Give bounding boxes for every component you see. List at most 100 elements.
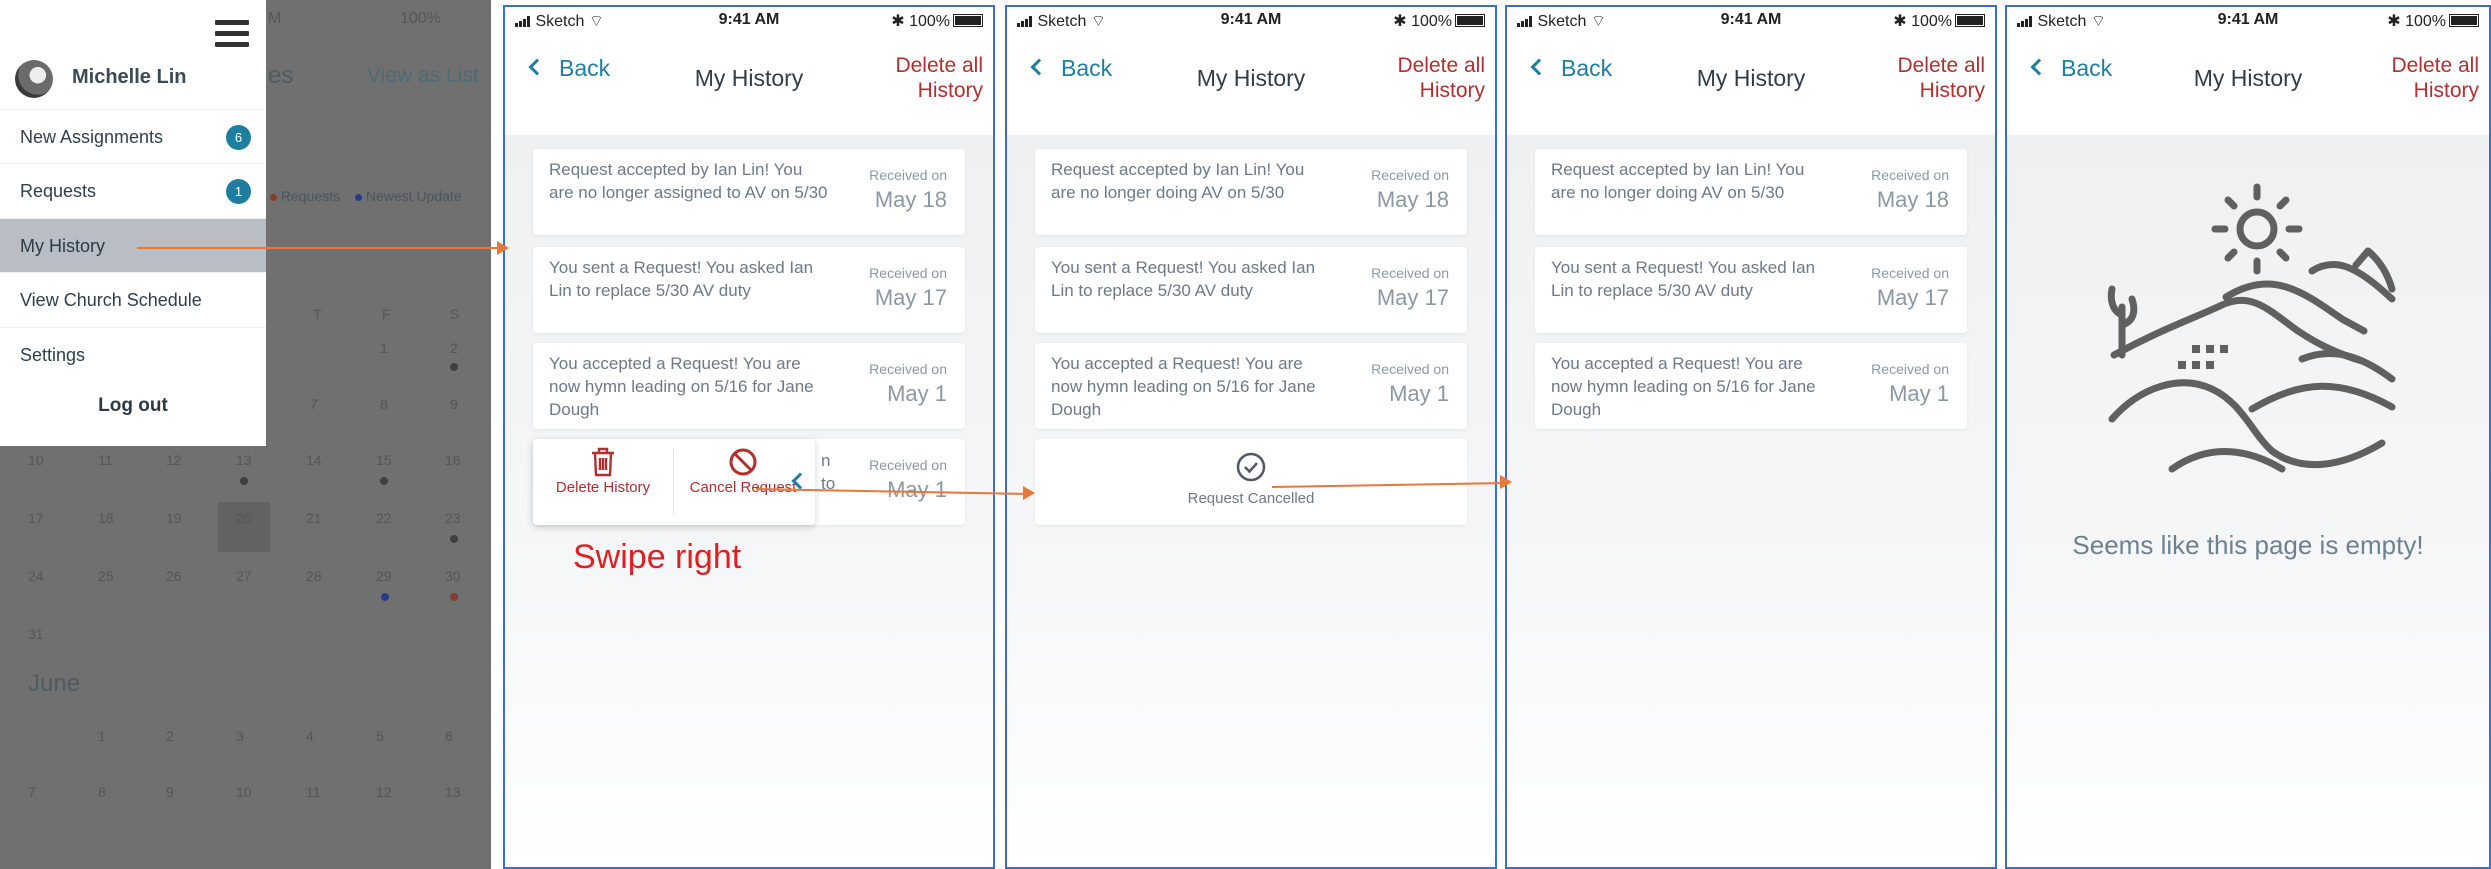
view-as-list-link[interactable]: View as List [367,64,479,88]
history-screen-empty: Sketch ⌔ 9:41 AM ✱ 100% Back My History … [2005,5,2491,869]
cal-day[interactable]: 25 [98,568,114,584]
received-date: May 17 [874,285,947,310]
cal-day[interactable]: 6 [445,728,453,744]
cal-day[interactable]: 12 [376,784,392,800]
cal-day[interactable]: 24 [28,568,44,584]
cal-day[interactable]: 9 [450,396,458,412]
history-screen-removed: Sketch ⌔ 9:41 AM ✱ 100% Back My History … [1505,5,1997,869]
card-message: You accepted a Request! You are now hymn… [1551,354,1816,419]
cal-day[interactable]: 7 [310,396,318,412]
cal-day[interactable]: 13 [445,784,461,800]
cal-day[interactable]: 5 [376,728,384,744]
cal-day[interactable]: 4 [306,728,314,744]
received-date: May 18 [874,187,947,212]
cal-day[interactable]: 3 [236,728,244,744]
month-label: June [28,670,81,697]
cal-day[interactable]: 15 [376,452,392,468]
cal-day[interactable]: 7 [28,784,36,800]
history-card[interactable]: You sent a Request! You asked Ian Lin to… [1535,247,1967,333]
count-badge: 1 [226,179,251,204]
cal-day[interactable]: 11 [306,784,321,800]
cal-day[interactable]: 2 [166,728,174,744]
cal-day[interactable]: 30 [445,568,461,584]
menu-item-settings[interactable]: Settings [0,327,266,381]
avatar[interactable] [15,60,53,98]
delete-all-history-button[interactable]: Delete all History [873,53,983,103]
legend-newest-update: Newest Update [355,188,462,204]
event-dot [450,535,458,543]
event-dot [381,593,389,601]
cal-day[interactable]: 18 [98,510,114,526]
delete-all-history-button[interactable]: Delete all History [2369,53,2479,103]
card-message: You sent a Request! You asked Ian Lin to… [1051,258,1316,300]
delete-history-button[interactable]: Delete History [533,439,673,525]
delete-all-history-button[interactable]: Delete all History [1375,53,1485,103]
cal-day[interactable]: 19 [166,510,182,526]
cal-day[interactable]: 12 [166,452,182,468]
menu-item-view-church-schedule[interactable]: View Church Schedule [0,272,266,326]
cal-day[interactable]: 10 [28,452,44,468]
received-date: May 18 [1376,187,1449,212]
history-card[interactable]: You sent a Request! You asked Ian Lin to… [1035,247,1467,333]
flow-arrow-line [137,247,499,249]
received-label: Received on [869,167,947,183]
event-dot [450,593,458,601]
cal-day[interactable]: 8 [380,396,388,412]
received-date: May 17 [1376,285,1449,310]
cal-day[interactable]: 29 [376,568,392,584]
cal-day[interactable]: 1 [98,728,106,744]
menu-item-label: Settings [20,345,86,365]
cal-day[interactable]: 23 [445,510,461,526]
history-card[interactable]: Request accepted by Ian Lin! You are no … [1535,149,1967,235]
card-message: Request accepted by Ian Lin! You are no … [1051,160,1305,202]
card-message: You accepted a Request! You are now hymn… [549,354,814,419]
cal-day[interactable]: 16 [445,452,461,468]
received-label: Received on [869,361,947,377]
request-cancelled-card: Request Cancelled [1035,439,1467,525]
card-message: You sent a Request! You asked Ian Lin to… [1551,258,1816,300]
delete-all-history-button[interactable]: Delete all History [1875,53,1985,103]
bluetooth-icon: ✱ [2387,13,2401,30]
weekday-t: T [313,306,322,322]
cal-day[interactable]: 8 [98,784,106,800]
menu-item-new-assignments[interactable]: New Assignments 6 [0,109,266,163]
cal-day[interactable]: 14 [306,452,322,468]
cal-day[interactable]: 9 [166,784,174,800]
cal-day[interactable]: 1 [380,340,388,356]
cal-day[interactable]: 21 [306,510,322,526]
cal-day[interactable]: 17 [28,510,44,526]
history-card[interactable]: Request accepted by Ian Lin! You are no … [533,149,965,235]
menu-item-label: My History [20,236,105,256]
swipe-right-annotation: Swipe right [573,538,742,576]
cal-day[interactable]: 20 [236,510,252,526]
cal-day[interactable]: 22 [376,510,392,526]
cal-day[interactable]: 13 [236,452,252,468]
battery: ✱ 100% [2387,11,2479,31]
cal-day[interactable]: 28 [306,568,322,584]
cal-day[interactable]: 10 [236,784,252,800]
menu-item-requests[interactable]: Requests 1 [0,163,266,217]
cal-day[interactable]: 11 [98,452,113,468]
cal-day[interactable]: 2 [450,340,458,356]
received-label: Received on [869,265,947,281]
history-card[interactable]: You accepted a Request! You are now hymn… [1035,343,1467,429]
cal-day[interactable]: 27 [236,568,252,584]
received-label: Received on [1871,265,1949,281]
menu-item-label: View Church Schedule [20,290,202,310]
history-card[interactable]: Request accepted by Ian Lin! You are no … [1035,149,1467,235]
cal-day[interactable]: 26 [166,568,182,584]
received-label: Received on [1371,265,1449,281]
cal-day[interactable]: 31 [28,626,44,642]
count-badge: 6 [226,125,251,150]
bluetooth-icon: ✱ [1393,13,1407,30]
history-card[interactable]: You accepted a Request! You are now hymn… [533,343,965,429]
history-card[interactable]: You accepted a Request! You are now hymn… [1535,343,1967,429]
menu-item-my-history[interactable]: My History [0,218,266,272]
battery-icon [2449,14,2479,27]
logout-button[interactable]: Log out [0,395,266,417]
history-card[interactable]: You sent a Request! You asked Ian Lin to… [533,247,965,333]
battery-icon [1455,14,1485,27]
status-bar: Sketch ⌔ 9:41 AM ✱ 100% [2017,11,2479,33]
hamburger-icon[interactable] [215,20,249,48]
calendar-title-partial: es [268,62,294,89]
